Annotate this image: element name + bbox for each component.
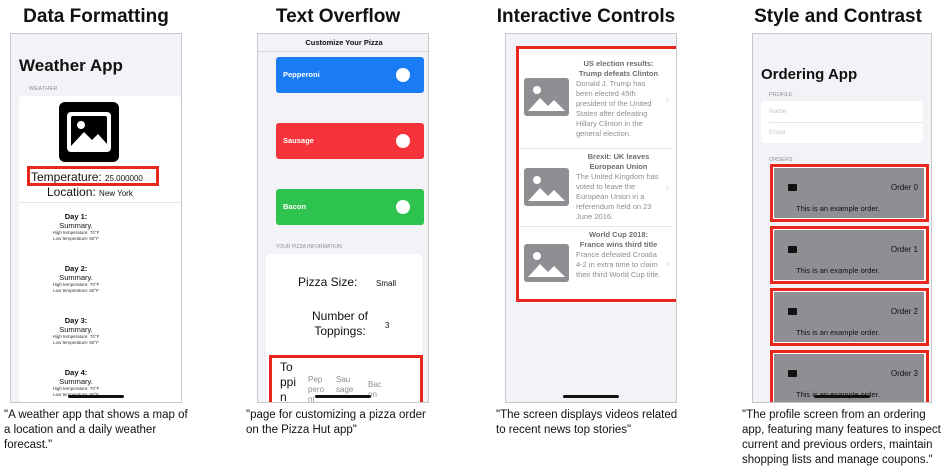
day-summary: Summary. (59, 377, 93, 386)
day-title: Day 1: (64, 212, 88, 221)
day-summary: Summary. (59, 221, 93, 230)
panel-title-text-overflow: Text Overflow (275, 6, 401, 27)
section-label: YOUR PIZZA INFORMATION (276, 244, 342, 250)
number-of-toppings-value: 3 (385, 321, 390, 330)
weather-app-screen: Weather App WEATHER Temperature: 25.0000… (10, 33, 182, 403)
day-title: Day 2: (64, 264, 88, 273)
home-indicator (315, 395, 371, 398)
section-label: ORDERS (769, 157, 793, 163)
panel-caption: "The profile screen from an ordering app… (742, 409, 941, 466)
panel-title-interactive-controls: Interactive Controls (496, 6, 676, 27)
day-low: Low temperature: 60°F (53, 288, 99, 293)
pizza-app-screen: Customize Your Pizza Pepperoni Sausage B… (257, 33, 429, 403)
nav-title: Customize Your Pizza (258, 34, 428, 52)
location-row: Location: New York (47, 185, 133, 199)
divider (19, 202, 181, 203)
panel-caption: "A weather app that shows a map of a loc… (4, 409, 188, 451)
toggle-knob[interactable] (396, 68, 410, 82)
day-summary: Summary. (59, 325, 93, 334)
home-indicator (814, 395, 870, 398)
ordering-app-screen: Ordering App PROFILE Name Email ORDERS O… (752, 33, 932, 403)
toggle-knob[interactable] (396, 134, 410, 148)
pizza-size-value: Small (376, 279, 397, 288)
section-label: PROFILE (769, 92, 793, 98)
section-label: WEATHER (29, 86, 58, 92)
email-field[interactable]: Email (769, 129, 785, 136)
day-forecast: Day 1: Summary. High temperature: 70°F L… (11, 212, 141, 242)
divider (769, 122, 923, 123)
day-low: Low temperature: 60°F (53, 236, 99, 241)
panel-title-data-formatting: Data Formatting (23, 6, 169, 27)
topping-label: Sausage (283, 136, 314, 145)
highlight-box (770, 288, 929, 346)
toggle-knob[interactable] (396, 200, 410, 214)
panel-title-style-contrast: Style and Contrast (754, 6, 922, 27)
day-forecast: Day 4: Summary. High temperature: 70°F L… (11, 368, 141, 398)
home-indicator (563, 395, 619, 398)
home-indicator (68, 395, 124, 398)
app-title: Weather App (19, 56, 123, 75)
highlight-box (27, 166, 159, 186)
topping-label: Bacon (283, 202, 306, 211)
day-forecast: Day 2: Summary. High temperature: 70°F L… (11, 264, 141, 294)
day-summary: Summary. (59, 273, 93, 282)
highlight-box (770, 226, 929, 284)
number-of-toppings-label: Number of Toppings: (311, 309, 369, 338)
day-title: Day 3: (64, 316, 88, 325)
day-forecast: Day 3: Summary. High temperature: 70°F L… (11, 316, 141, 346)
image-icon (59, 102, 119, 162)
topping-toggle-bacon[interactable]: Bacon (276, 189, 424, 225)
highlight-box (770, 164, 929, 222)
location-value: New York (99, 189, 133, 198)
day-title: Day 4: (64, 368, 88, 377)
day-low: Low temperature: 60°F (53, 340, 99, 345)
highlight-box (516, 46, 676, 302)
news-app-screen: US election results: Trump defeats Clint… (505, 33, 677, 403)
panel-caption: "page for customizing a pizza order on t… (246, 409, 426, 436)
topping-label: Pepperoni (283, 70, 320, 79)
pizza-size-label: Pizza Size: (298, 275, 358, 289)
location-label: Location: (47, 185, 96, 199)
topping-toggle-sausage[interactable]: Sausage (276, 123, 424, 159)
name-field[interactable]: Name (769, 108, 786, 115)
panel-caption: "The screen displays videos related to r… (496, 409, 678, 436)
app-title: Ordering App (761, 66, 858, 83)
topping-toggle-pepperoni[interactable]: Pepperoni (276, 57, 424, 93)
